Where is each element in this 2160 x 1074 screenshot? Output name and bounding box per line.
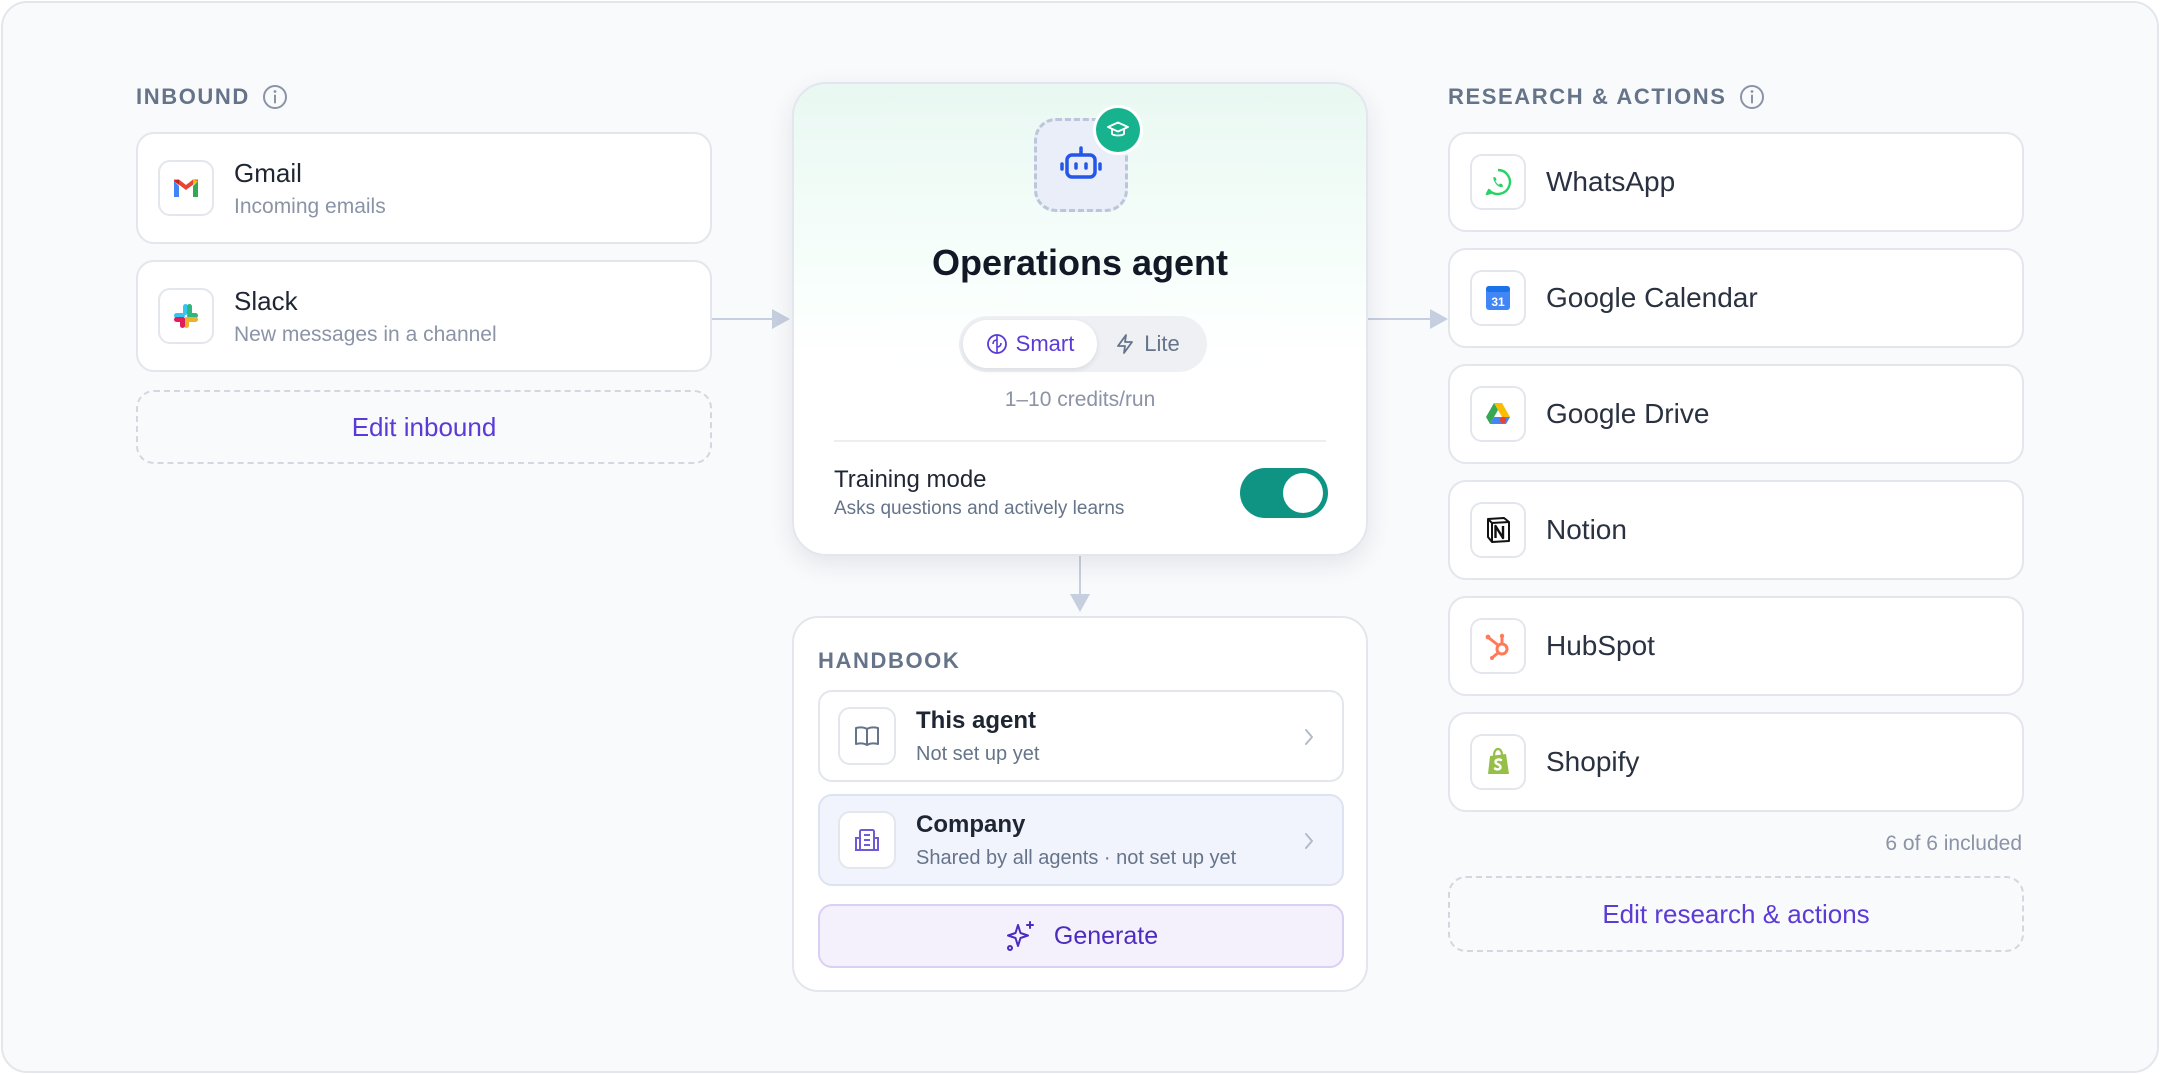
slack-icon — [158, 288, 214, 344]
edit-research-actions-button[interactable]: Edit research & actions — [1448, 876, 2024, 952]
hubspot-icon — [1470, 618, 1526, 674]
action-card-google-calendar[interactable]: 31 Google Calendar — [1448, 248, 2024, 348]
action-card-google-drive[interactable]: Google Drive — [1448, 364, 2024, 464]
gmail-title: Gmail — [234, 157, 302, 188]
building-icon — [838, 811, 896, 869]
agent-name: Operations agent — [931, 242, 1229, 283]
inbound-to-agent-connector — [712, 309, 790, 329]
generate-label: Generate — [1053, 921, 1159, 950]
action-card-notion[interactable]: Notion — [1448, 480, 2024, 580]
agent-to-actions-connector — [1368, 309, 1448, 329]
toggle-knob — [1283, 473, 1323, 513]
agent-to-handbook-connector — [1070, 556, 1090, 612]
handbook-header: HANDBOOK — [818, 648, 961, 673]
action-title: Google Drive — [1546, 398, 1710, 429]
graduation-cap-icon — [1096, 108, 1140, 152]
slack-title: Slack — [234, 285, 298, 316]
book-icon — [838, 707, 896, 765]
action-title: Shopify — [1546, 746, 1640, 777]
action-card-whatsapp[interactable]: WhatsApp — [1448, 132, 2024, 232]
handbook-item-this-agent[interactable]: This agent Not set up yet — [818, 690, 1344, 782]
action-title: HubSpot — [1546, 630, 1655, 661]
handbook-panel: HANDBOOK This agent Not set up yet Compa… — [792, 616, 1368, 992]
included-count: 6 of 6 included — [1885, 832, 2022, 855]
google-drive-icon — [1470, 386, 1526, 442]
handbook-item-company[interactable]: Company Shared by all agents · not set u… — [818, 794, 1344, 886]
whatsapp-icon — [1470, 154, 1526, 210]
mode-lite-label: Lite — [1144, 331, 1180, 356]
divider — [834, 440, 1326, 442]
inbound-header-label: INBOUND — [136, 84, 250, 109]
brain-icon — [986, 334, 1007, 354]
handbook-item-subtitle: Shared by all agents · not set up yet — [916, 846, 1237, 869]
training-mode-subtitle: Asks questions and actively learns — [834, 498, 1125, 519]
edit-inbound-button[interactable]: Edit inbound — [136, 390, 712, 464]
action-card-shopify[interactable]: Shopify — [1448, 712, 2024, 812]
action-title: Notion — [1546, 514, 1627, 545]
action-title: WhatsApp — [1546, 166, 1676, 197]
info-icon[interactable] — [1739, 84, 1765, 110]
chevron-right-icon — [1305, 833, 1313, 849]
google-calendar-icon: 31 — [1470, 270, 1526, 326]
info-icon[interactable] — [262, 84, 288, 110]
notion-icon — [1470, 502, 1526, 558]
action-title: Google Calendar — [1546, 282, 1758, 313]
mode-lite-button[interactable]: Lite — [1097, 320, 1197, 368]
handbook-item-title: Company — [916, 810, 1026, 838]
research-actions-header: RESEARCH & ACTIONS — [1448, 84, 1765, 110]
bolt-icon — [1117, 334, 1134, 354]
svg-text:31: 31 — [1491, 295, 1505, 309]
action-card-hubspot[interactable]: HubSpot — [1448, 596, 2024, 696]
training-mode-toggle[interactable] — [1240, 468, 1328, 518]
handbook-item-title: This agent — [916, 706, 1037, 734]
shopify-icon — [1470, 734, 1526, 790]
sparkles-icon — [1006, 921, 1034, 951]
inbound-card-slack[interactable]: Slack New messages in a channel — [136, 260, 712, 372]
slack-subtitle: New messages in a channel — [234, 322, 497, 346]
generate-button[interactable]: Generate — [818, 904, 1344, 968]
inbound-card-gmail[interactable]: Gmail Incoming emails — [136, 132, 712, 244]
chevron-right-icon — [1305, 729, 1313, 745]
mode-smart-label: Smart — [1015, 331, 1075, 356]
gmail-icon — [158, 160, 214, 216]
agent-card: Operations agent Smart Lite 1–10 credits… — [792, 82, 1368, 556]
gmail-subtitle: Incoming emails — [234, 194, 386, 218]
inbound-header: INBOUND — [136, 84, 288, 110]
handbook-item-subtitle: Not set up yet — [916, 742, 1040, 765]
training-mode-title: Training mode — [834, 466, 987, 493]
credits-per-run: 1–10 credits/run — [1004, 388, 1156, 411]
research-actions-header-label: RESEARCH & ACTIONS — [1448, 84, 1727, 109]
model-mode-switch: Smart Lite — [959, 316, 1207, 372]
mode-smart-button[interactable]: Smart — [963, 320, 1097, 368]
